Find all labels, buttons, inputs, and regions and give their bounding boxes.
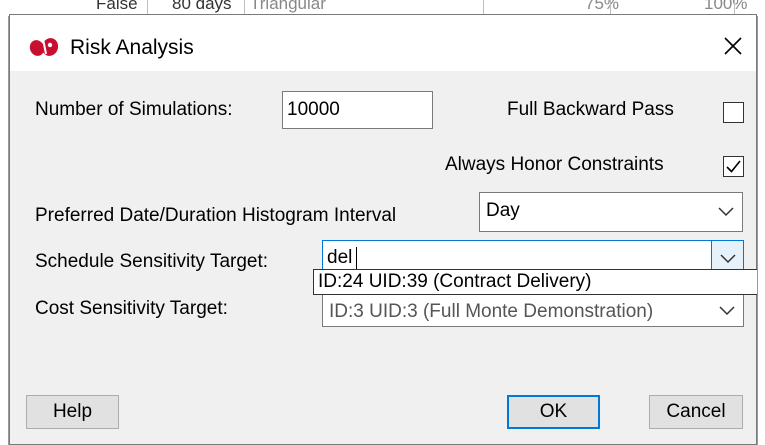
- chevron-down-icon: [720, 254, 736, 264]
- title-bar: Risk Analysis: [10, 15, 756, 71]
- cost-sensitivity-select[interactable]: ID:3 UID:3 (Full Monte Demonstration): [322, 291, 744, 327]
- autocomplete-option[interactable]: ID:24 UID:39 (Contract Delivery): [314, 270, 761, 294]
- always-honor-constraints-checkbox[interactable]: [723, 156, 744, 177]
- full-backward-pass-checkbox[interactable]: [723, 102, 744, 123]
- background-cell: False: [96, 0, 138, 13]
- grid-divider: [610, 0, 611, 14]
- chevron-down-icon: [719, 306, 735, 316]
- background-right-edge: [757, 16, 765, 445]
- grid-divider: [244, 0, 245, 14]
- grid-divider: [734, 0, 735, 14]
- text-cursor: [356, 247, 357, 269]
- chevron-down-icon: [718, 207, 734, 217]
- histogram-interval-value: Day: [486, 200, 520, 221]
- help-button[interactable]: Help: [26, 395, 119, 429]
- autocomplete-dropdown: ID:24 UID:39 (Contract Delivery): [313, 269, 757, 295]
- cost-sensitivity-value: ID:3 UID:3 (Full Monte Demonstration): [329, 301, 654, 322]
- dialog-title: Risk Analysis: [70, 36, 194, 59]
- close-icon[interactable]: [716, 29, 750, 63]
- full-backward-pass-label: Full Backward Pass: [507, 99, 674, 120]
- background-cell: 75%: [585, 0, 620, 13]
- simulations-input[interactable]: 10000: [282, 91, 433, 129]
- always-honor-constraints-label: Always Honor Constraints: [445, 154, 664, 175]
- background-cell: 100%: [704, 0, 748, 13]
- app-logo-icon: [29, 38, 59, 56]
- background-divider: [757, 16, 758, 445]
- cancel-button[interactable]: Cancel: [649, 395, 743, 429]
- background-cell: 80 days: [172, 0, 232, 13]
- ok-button[interactable]: OK: [507, 395, 600, 429]
- checkmark-icon: [726, 160, 741, 173]
- schedule-sensitivity-value[interactable]: del: [327, 247, 352, 269]
- schedule-sensitivity-label: Schedule Sensitivity Target:: [35, 251, 269, 272]
- histogram-interval-select[interactable]: Day: [479, 192, 743, 232]
- simulations-label: Number of Simulations:: [35, 99, 233, 120]
- grid-divider: [147, 0, 148, 14]
- risk-analysis-dialog: Risk Analysis Number of Simulations: 100…: [9, 14, 757, 445]
- background-cell: Triangular: [250, 0, 326, 13]
- histogram-interval-label: Preferred Date/Duration Histogram Interv…: [35, 205, 397, 226]
- cost-sensitivity-label: Cost Sensitivity Target:: [35, 298, 228, 319]
- grid-divider: [483, 0, 484, 14]
